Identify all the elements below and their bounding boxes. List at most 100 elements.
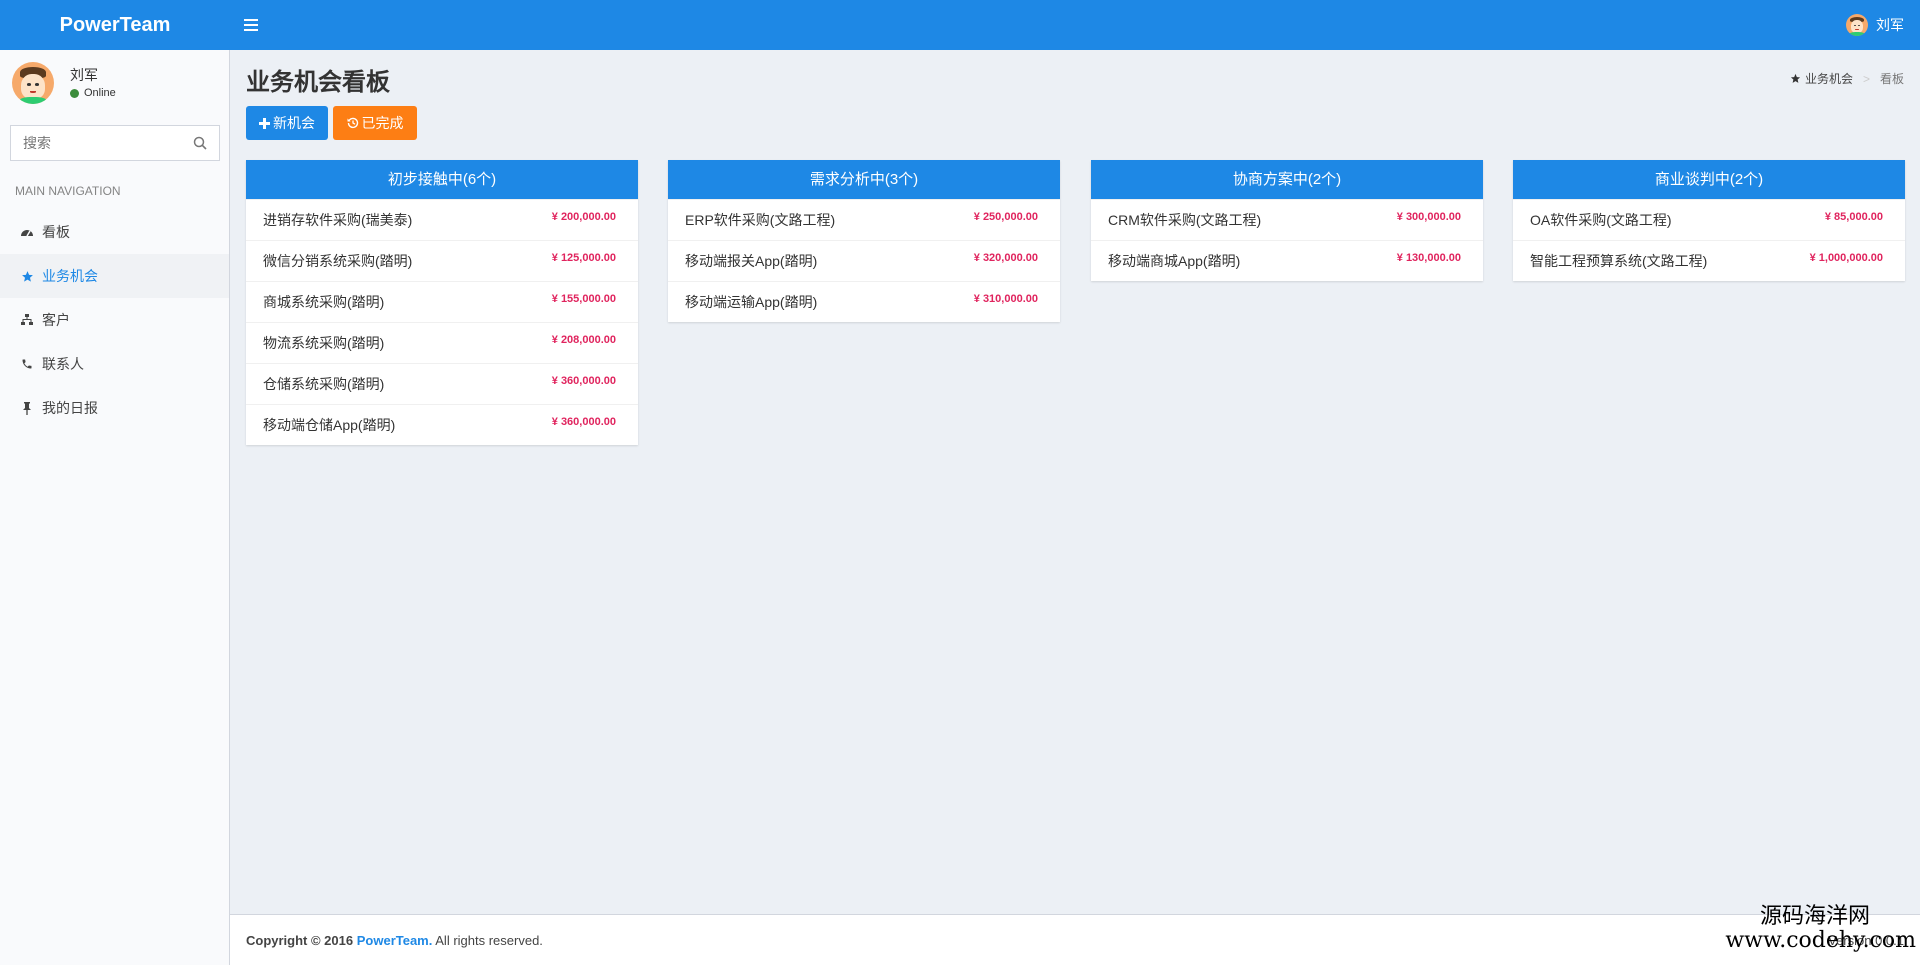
- board-negotiating-solution: 协商方案中(2个) CRM软件采购(文路工程) ¥ 300,000.00 移动端商…: [1091, 160, 1483, 281]
- sidebar-item-label: 业务机会: [42, 268, 98, 284]
- history-icon: [347, 117, 358, 129]
- phone-icon: [20, 357, 34, 371]
- opportunity-card[interactable]: 进销存软件采购(瑞美泰) ¥ 200,000.00: [246, 199, 638, 240]
- board-header: 需求分析中(3个): [668, 160, 1060, 199]
- opportunity-amount: ¥ 360,000.00: [551, 416, 616, 428]
- opportunity-name: 移动端仓储App(踏明): [263, 417, 396, 433]
- sidebar-item-label: 客户: [42, 312, 70, 328]
- opportunity-amount: ¥ 130,000.00: [1396, 252, 1461, 264]
- dashboard-icon: [20, 225, 34, 239]
- pin-icon: [20, 401, 34, 415]
- sidebar-item-contacts[interactable]: 联系人: [0, 342, 229, 386]
- opportunity-name: CRM软件采购(文路工程): [1108, 212, 1262, 228]
- opportunity-card[interactable]: 移动端运输App(踏明) ¥ 310,000.00: [668, 281, 1060, 322]
- opportunity-name: ERP软件采购(文路工程): [685, 212, 836, 228]
- opportunity-card[interactable]: CRM软件采购(文路工程) ¥ 300,000.00: [1091, 199, 1483, 240]
- copyright-rights: All rights reserved.: [435, 933, 543, 948]
- star-icon: [20, 269, 34, 283]
- opportunity-card[interactable]: 商城系统采购(踏明) ¥ 155,000.00: [246, 281, 638, 322]
- opportunity-name: 移动端运输App(踏明): [685, 294, 818, 310]
- opportunity-amount: ¥ 200,000.00: [551, 211, 616, 223]
- star-icon: [1790, 73, 1801, 83]
- opportunity-amount: ¥ 250,000.00: [973, 211, 1038, 223]
- user-menu-name: 刘军: [1876, 17, 1904, 33]
- breadcrumb-parent[interactable]: 业务机会: [1805, 70, 1853, 87]
- breadcrumb-current: 看板: [1879, 72, 1904, 86]
- board-header: 初步接触中(6个): [246, 160, 638, 199]
- sidebar-item-label: 联系人: [42, 356, 84, 372]
- copyright-prefix: Copyright © 2016: [246, 933, 354, 948]
- new-opportunity-label: 新机会: [273, 115, 315, 131]
- opportunity-amount: ¥ 320,000.00: [973, 252, 1038, 264]
- opportunity-name: 移动端商城App(踏明): [1108, 253, 1241, 269]
- opportunity-name: 物流系统采购(踏明): [263, 335, 385, 351]
- page-title: 业务机会看板: [246, 69, 390, 96]
- opportunity-card[interactable]: 物流系统采购(踏明) ¥ 208,000.00: [246, 322, 638, 363]
- opportunity-amount: ¥ 208,000.00: [551, 334, 616, 346]
- footer: Copyright © 2016 PowerTeam. All rights r…: [230, 914, 1920, 965]
- opportunity-amount: ¥ 360,000.00: [551, 375, 616, 387]
- opportunity-name: 进销存软件采购(瑞美泰): [263, 212, 413, 228]
- opportunity-name: OA软件采购(文路工程): [1530, 212, 1672, 228]
- opportunity-amount: ¥ 300,000.00: [1396, 211, 1461, 223]
- board-requirement-analysis: 需求分析中(3个) ERP软件采购(文路工程) ¥ 250,000.00 移动端报…: [668, 160, 1060, 322]
- sidebar-item-opportunities[interactable]: 业务机会: [0, 254, 229, 298]
- brand-logo[interactable]: PowerTeam: [0, 0, 230, 50]
- opportunity-card[interactable]: ERP软件采购(文路工程) ¥ 250,000.00: [668, 199, 1060, 240]
- board-header: 协商方案中(2个): [1091, 160, 1483, 199]
- online-status-icon: [70, 88, 79, 98]
- opportunity-amount: ¥ 125,000.00: [551, 252, 616, 264]
- top-header: PowerTeam 刘军: [0, 0, 1920, 50]
- completed-label: 已完成: [361, 115, 404, 131]
- breadcrumb: 业务机会 > 看板: [1790, 70, 1904, 87]
- avatar: [1846, 14, 1868, 36]
- sitemap-icon: [20, 313, 34, 327]
- opportunity-name: 微信分销系统采购(踏明): [263, 253, 413, 269]
- opportunity-amount: ¥ 85,000.00: [1824, 211, 1883, 223]
- sidebar-item-customers[interactable]: 客户: [0, 298, 229, 342]
- search-input[interactable]: [11, 126, 181, 160]
- sidebar-item-daily-report[interactable]: 我的日报: [0, 386, 229, 430]
- footer-brand-link[interactable]: PowerTeam.: [357, 933, 433, 948]
- sidebar-item-label: 看板: [42, 224, 70, 240]
- opportunity-card[interactable]: 智能工程预算系统(文路工程) ¥ 1,000,000.00: [1513, 240, 1905, 281]
- opportunity-name: 智能工程预算系统(文路工程): [1530, 253, 1708, 269]
- opportunity-card[interactable]: OA软件采购(文路工程) ¥ 85,000.00: [1513, 199, 1905, 240]
- user-panel: 刘军 Online: [12, 62, 222, 106]
- nav-header: MAIN NAVIGATION: [15, 184, 121, 198]
- completed-button[interactable]: 已完成: [333, 106, 417, 140]
- sidebar-nav: 看板 业务机会 客户 联系人 我的日报: [0, 210, 229, 430]
- opportunity-name: 移动端报关App(踏明): [685, 253, 818, 269]
- search-box: [10, 125, 220, 161]
- opportunity-amount: ¥ 155,000.00: [551, 293, 616, 305]
- opportunity-amount: ¥ 1,000,000.00: [1809, 252, 1883, 264]
- avatar: [12, 62, 54, 104]
- board-header: 商业谈判中(2个): [1513, 160, 1905, 199]
- board-business-negotiation: 商业谈判中(2个) OA软件采购(文路工程) ¥ 85,000.00 智能工程预算…: [1513, 160, 1905, 281]
- sidebar-item-label: 我的日报: [42, 400, 98, 416]
- plus-icon: [259, 117, 270, 129]
- watermark-line2: www.codehy.com: [1725, 928, 1916, 953]
- board-initial-contact: 初步接触中(6个) 进销存软件采购(瑞美泰) ¥ 200,000.00 微信分销系…: [246, 160, 638, 445]
- user-name: 刘军: [70, 67, 98, 83]
- user-status-text: Online: [84, 87, 116, 99]
- opportunity-card[interactable]: 仓储系统采购(踏明) ¥ 360,000.00: [246, 363, 638, 404]
- opportunity-card[interactable]: 移动端仓储App(踏明) ¥ 360,000.00: [246, 404, 638, 445]
- sidebar-toggle-icon[interactable]: [244, 15, 258, 35]
- opportunity-amount: ¥ 310,000.00: [973, 293, 1038, 305]
- search-icon[interactable]: [193, 136, 207, 150]
- user-menu[interactable]: 刘军: [1846, 0, 1904, 50]
- opportunity-card[interactable]: 移动端商城App(踏明) ¥ 130,000.00: [1091, 240, 1483, 281]
- watermark-line1: 源码海洋网: [1759, 904, 1870, 929]
- new-opportunity-button[interactable]: 新机会: [246, 106, 328, 140]
- sidebar: 刘军 Online MAIN NAVIGATION 看板 业务机会: [0, 50, 230, 965]
- user-status: Online: [70, 87, 116, 99]
- opportunity-name: 商城系统采购(踏明): [263, 294, 385, 310]
- opportunity-card[interactable]: 移动端报关App(踏明) ¥ 320,000.00: [668, 240, 1060, 281]
- opportunity-card[interactable]: 微信分销系统采购(踏明) ¥ 125,000.00: [246, 240, 638, 281]
- sidebar-item-dashboard[interactable]: 看板: [0, 210, 229, 254]
- watermark: 源码海洋网 www.codehy.com: [1725, 906, 1916, 952]
- copyright: Copyright © 2016 PowerTeam. All rights r…: [246, 933, 543, 948]
- breadcrumb-separator: >: [1862, 71, 1870, 86]
- opportunity-name: 仓储系统采购(踏明): [263, 376, 385, 392]
